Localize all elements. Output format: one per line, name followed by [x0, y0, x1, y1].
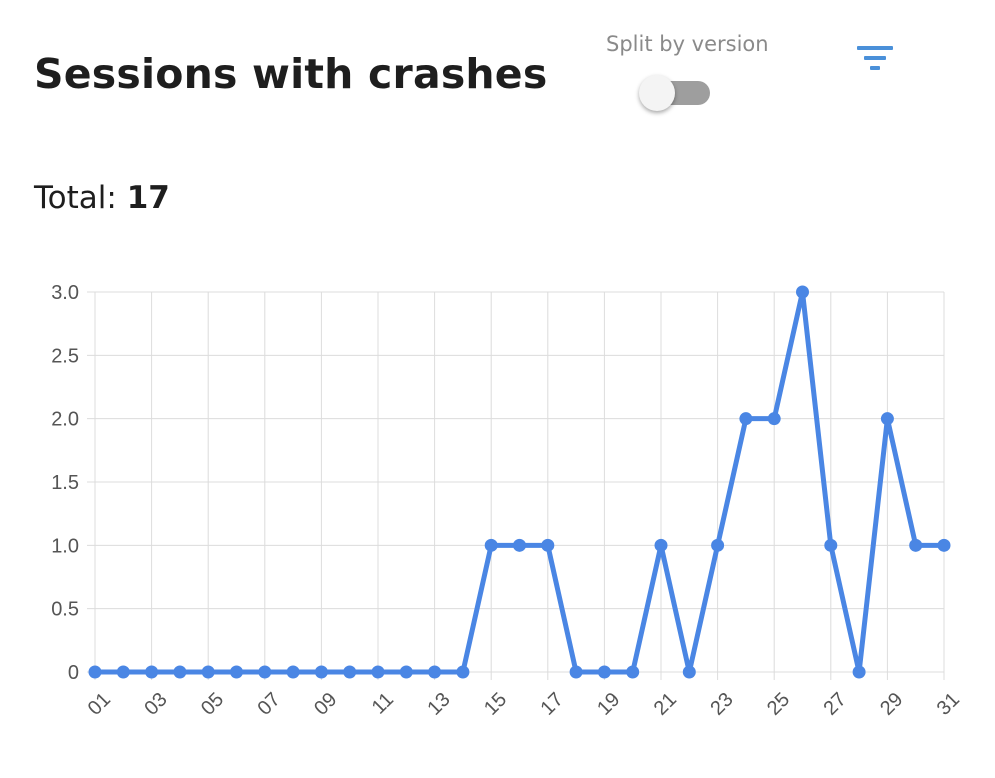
x-axis-ticks: 01 03 05 07 09 11 13 15 17 19 21 23 25 27 29 31: [84, 688, 964, 719]
data-point[interactable]: [880, 412, 894, 426]
y-tick-label: 1.5: [51, 472, 79, 494]
data-point[interactable]: [371, 665, 385, 679]
x-tick-label: 07: [254, 688, 285, 719]
data-point[interactable]: [116, 665, 130, 679]
data-point[interactable]: [88, 665, 102, 679]
y-tick-label: 0: [68, 662, 79, 684]
data-point[interactable]: [428, 665, 442, 679]
data-point[interactable]: [484, 538, 498, 552]
x-tick-label: 19: [593, 688, 624, 719]
data-point[interactable]: [399, 665, 413, 679]
data-point[interactable]: [230, 665, 243, 679]
data-point[interactable]: [824, 538, 838, 552]
x-tick-label: 21: [650, 688, 681, 719]
y-axis-ticks: 0 0.5 1.0 1.5 2.0 2.5 3.0: [51, 282, 79, 684]
data-point[interactable]: [909, 538, 923, 552]
y-tick-label: 2.0: [51, 409, 79, 431]
chart-grid: [87, 291, 945, 680]
x-tick-label: 27: [820, 688, 851, 719]
x-tick-label: 05: [197, 688, 228, 719]
data-point[interactable]: [513, 538, 526, 552]
data-point[interactable]: [937, 538, 951, 552]
data-point[interactable]: [173, 665, 187, 679]
y-tick-label: 2.5: [51, 345, 79, 367]
x-tick-label: 09: [310, 688, 341, 719]
x-tick-label: 11: [368, 688, 398, 718]
data-point[interactable]: [767, 412, 781, 426]
data-point[interactable]: [343, 665, 357, 679]
x-tick-label: 31: [933, 688, 964, 719]
x-tick-label: 15: [480, 688, 511, 719]
data-point[interactable]: [258, 665, 272, 679]
data-point[interactable]: [597, 665, 611, 679]
x-tick-label: 29: [876, 688, 907, 719]
data-point[interactable]: [541, 538, 555, 552]
x-tick-label: 03: [140, 688, 171, 719]
x-tick-label: 23: [706, 688, 737, 719]
x-tick-label: 13: [423, 688, 454, 719]
data-point[interactable]: [739, 412, 753, 426]
data-point[interactable]: [145, 665, 159, 679]
data-point[interactable]: [456, 665, 470, 679]
y-tick-label: 3.0: [51, 282, 79, 304]
data-point[interactable]: [314, 665, 328, 679]
x-tick-label: 01: [84, 688, 115, 719]
x-tick-label: 25: [763, 688, 794, 719]
data-point[interactable]: [796, 285, 809, 299]
data-point[interactable]: [852, 665, 866, 679]
x-tick-label: 17: [537, 688, 568, 719]
y-tick-label: 1.0: [51, 535, 79, 557]
data-point[interactable]: [626, 665, 640, 679]
data-point[interactable]: [682, 665, 696, 679]
data-point[interactable]: [569, 665, 583, 679]
crash-sessions-card: Sessions with crashes Split by version T…: [0, 0, 995, 778]
data-point[interactable]: [201, 665, 215, 679]
data-point[interactable]: [654, 538, 668, 552]
data-point[interactable]: [711, 538, 725, 552]
data-point[interactable]: [286, 665, 300, 679]
crash-line-chart: 0 0.5 1.0 1.5 2.0 2.5 3.0 01 03 05 07 09 11 13 15 17 19…: [51, 282, 964, 720]
y-tick-label: 0.5: [51, 599, 79, 621]
